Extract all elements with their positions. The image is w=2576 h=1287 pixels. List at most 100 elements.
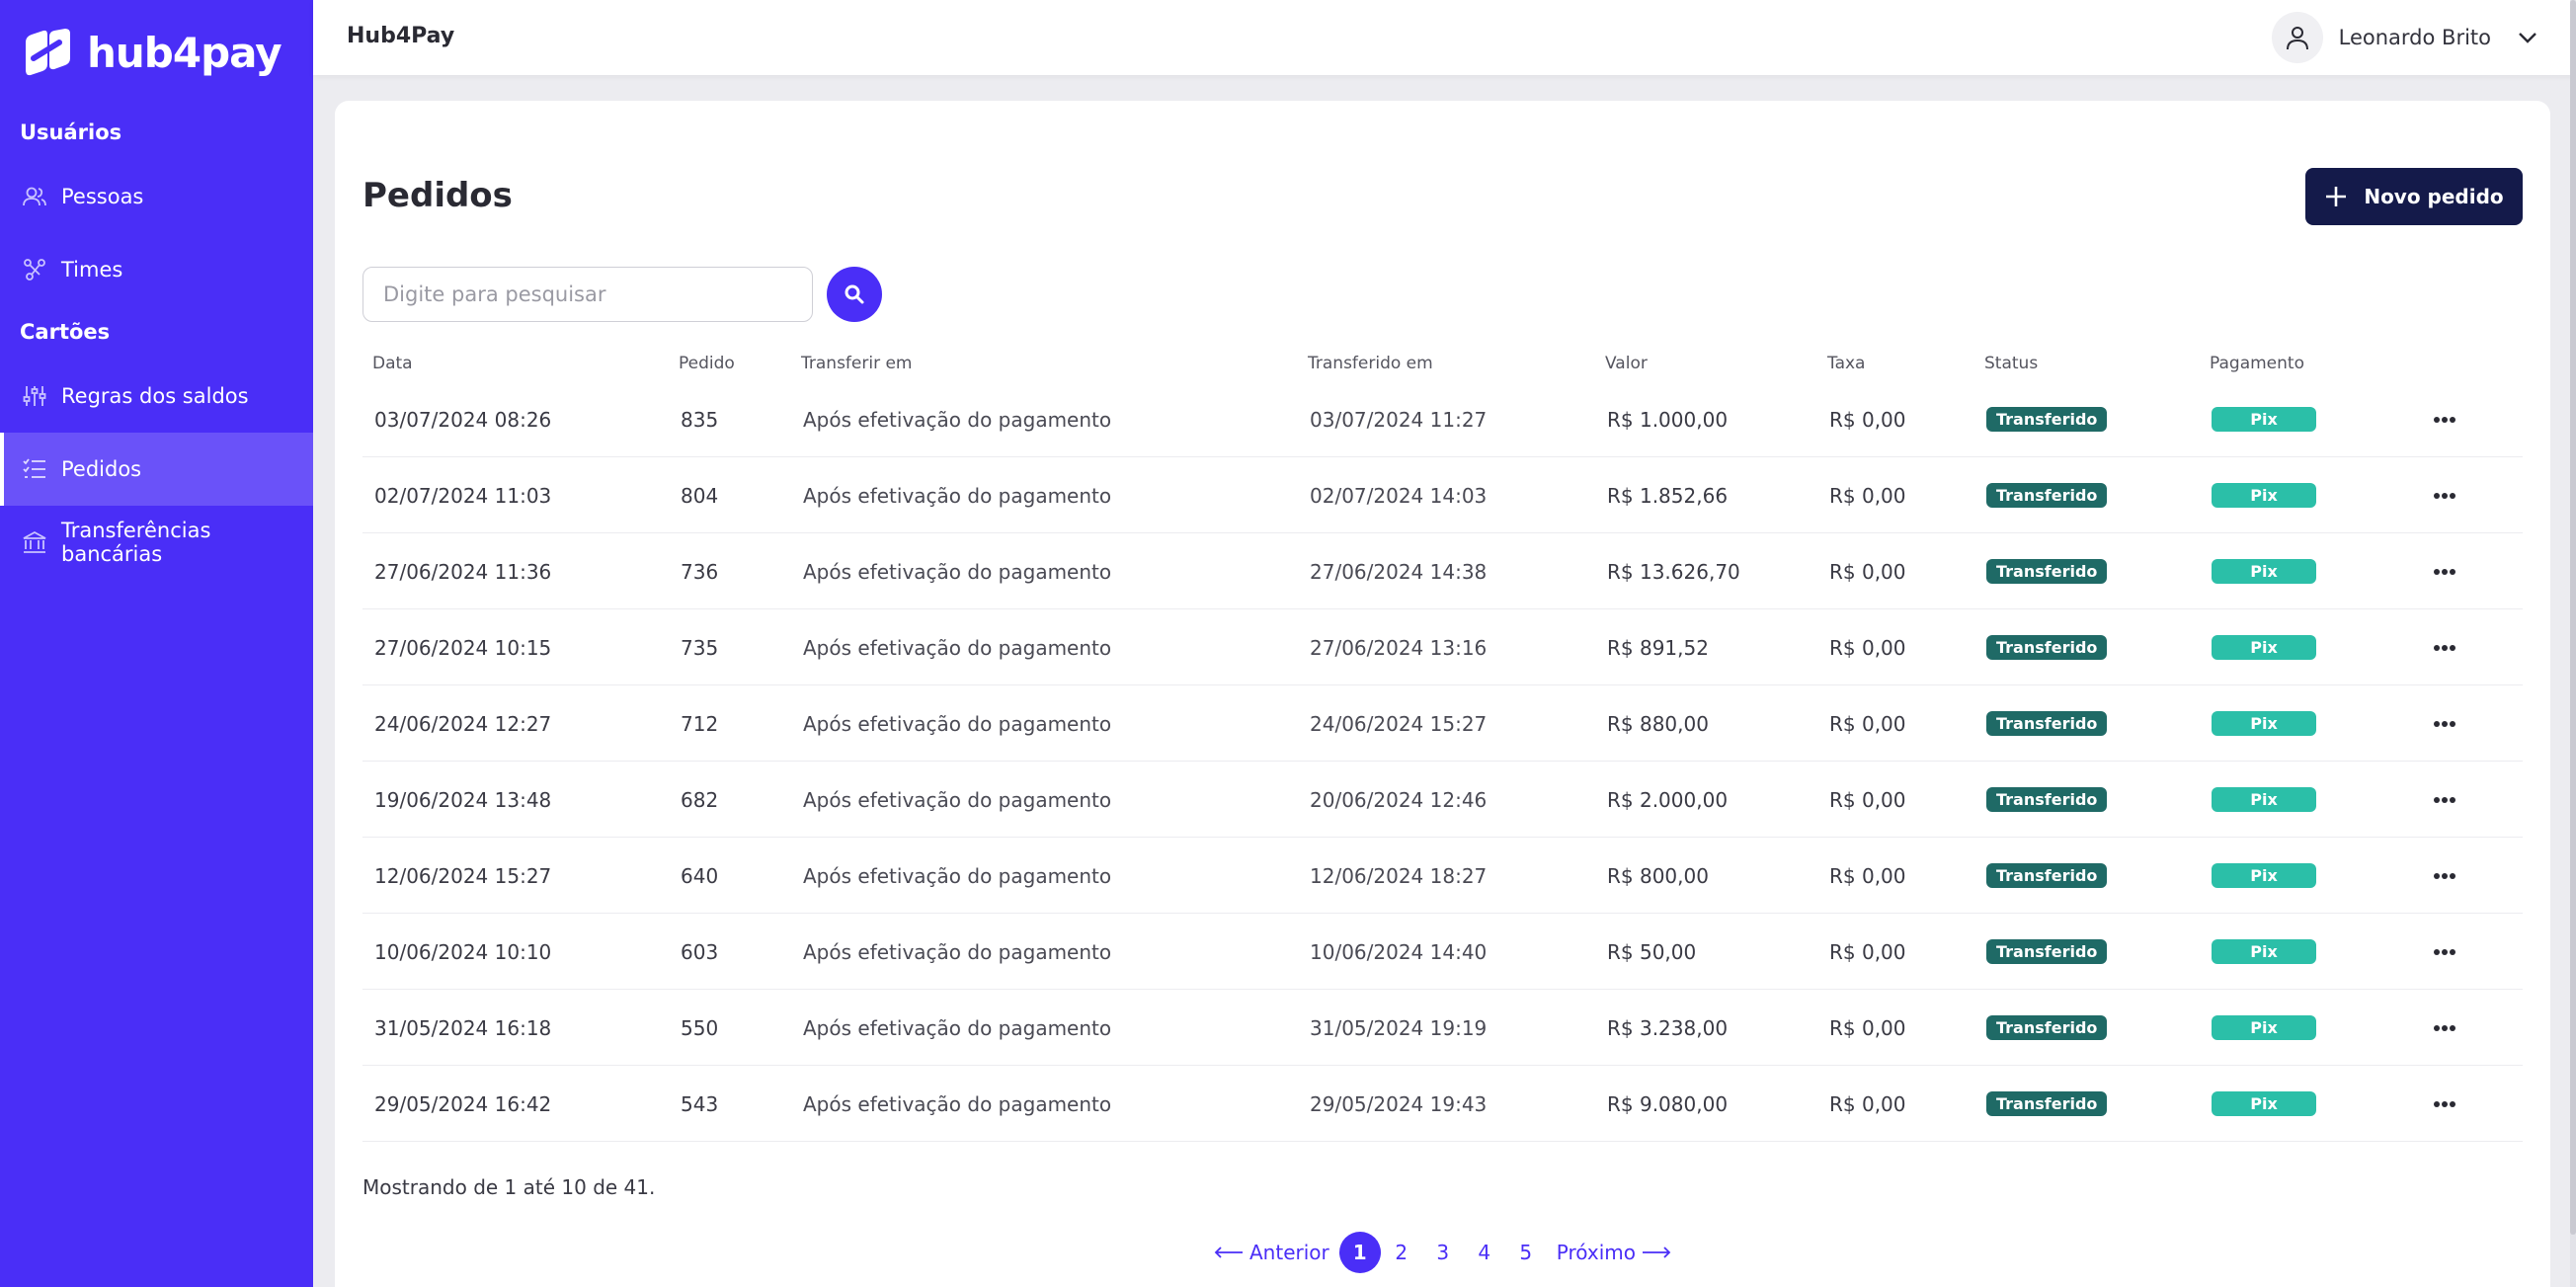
payment-cell: Pix: [2212, 457, 2316, 533]
cell-valor: R$ 9.080,00: [1607, 1091, 1729, 1116]
avatar: [2271, 12, 2323, 63]
cell-transferido-em: 12/06/2024 18:27: [1310, 863, 1488, 888]
cell-pedido: 543: [681, 1091, 719, 1116]
cell-transferido-em: 24/06/2024 15:27: [1310, 711, 1488, 736]
cell-data: 29/05/2024 16:42: [374, 1091, 552, 1116]
cell-valor: R$ 891,52: [1607, 635, 1709, 660]
column-header-status: Status: [1984, 354, 2039, 373]
cell-valor: R$ 800,00: [1607, 863, 1709, 888]
payment-cell: Pix: [2212, 1066, 2316, 1142]
cell-taxa: R$ 0,00: [1829, 787, 1906, 812]
pagination-prev[interactable]: Anterior: [1214, 1241, 1329, 1264]
status-cell: Transferido: [1986, 381, 2108, 457]
cell-transferir-em: Após efetivação do pagamento: [803, 1015, 1112, 1040]
payment-cell: Pix: [2212, 914, 2316, 990]
search-input[interactable]: [362, 267, 813, 322]
cell-transferido-em: 27/06/2024 13:16: [1310, 635, 1488, 660]
pagination-page-4[interactable]: 4: [1464, 1241, 1505, 1264]
cell-transferido-em: 02/07/2024 14:03: [1310, 483, 1488, 508]
payment-badge: Pix: [2212, 483, 2316, 508]
status-badge: Transferido: [1986, 407, 2108, 432]
row-actions-cell: [2433, 457, 2456, 533]
table-row[interactable]: 10/06/2024 10:10 603 Após efetivação do pa…: [362, 914, 2523, 990]
column-header-transferido-em: Transferido em: [1308, 354, 1433, 373]
table-row[interactable]: 27/06/2024 11:36 736 Após efetivação do pa…: [362, 533, 2523, 609]
payment-cell: Pix: [2212, 685, 2316, 762]
more-horizontal-icon[interactable]: [2433, 644, 2456, 652]
sidebar-item-pessoas[interactable]: Pessoas: [0, 160, 313, 233]
cell-data: 12/06/2024 15:27: [374, 863, 552, 888]
column-header-pedido: Pedido: [679, 354, 735, 373]
top-bar: Hub4Pay Leonardo Brito: [313, 0, 2576, 75]
cell-valor: R$ 50,00: [1607, 939, 1697, 964]
column-header-pagamento: Pagamento: [2210, 354, 2304, 373]
more-horizontal-icon[interactable]: [2433, 1100, 2456, 1108]
table-row[interactable]: 03/07/2024 08:26 835 Após efetivação do pa…: [362, 381, 2523, 457]
cell-valor: R$ 1.852,66: [1607, 483, 1729, 508]
cell-pedido: 550: [681, 1015, 719, 1040]
page-title: Pedidos: [362, 176, 513, 215]
status-cell: Transferido: [1986, 838, 2108, 914]
pagination-page-5[interactable]: 5: [1505, 1241, 1547, 1264]
more-horizontal-icon[interactable]: [2433, 1024, 2456, 1032]
pagination-next[interactable]: Próximo: [1557, 1241, 1671, 1264]
sidebar-item-transferencias-bancarias[interactable]: Transferências bancárias: [0, 506, 313, 579]
more-horizontal-icon[interactable]: [2433, 568, 2456, 576]
table-row[interactable]: 24/06/2024 12:27 712 Após efetivação do pa…: [362, 685, 2523, 762]
status-badge: Transferido: [1986, 635, 2108, 660]
sliders-icon: [23, 386, 46, 406]
table-row[interactable]: 29/05/2024 16:42 543 Após efetivação do pa…: [362, 1066, 2523, 1142]
more-horizontal-icon[interactable]: [2433, 492, 2456, 500]
cell-data: 02/07/2024 11:03: [374, 483, 552, 508]
sidebar-item-label: Pedidos: [61, 457, 142, 481]
row-actions-cell: [2433, 838, 2456, 914]
cell-valor: R$ 13.626,70: [1607, 559, 1740, 584]
table-row[interactable]: 12/06/2024 15:27 640 Após efetivação do pa…: [362, 838, 2523, 914]
cell-transferir-em: Após efetivação do pagamento: [803, 1091, 1112, 1116]
status-cell: Transferido: [1986, 457, 2108, 533]
row-actions-cell: [2433, 609, 2456, 685]
cell-data: 19/06/2024 13:48: [374, 787, 552, 812]
cell-data: 27/06/2024 11:36: [374, 559, 552, 584]
sidebar-item-times[interactable]: Times: [0, 233, 313, 306]
user-name: Leonardo Brito: [2338, 26, 2491, 49]
sidebar-item-regras-dos-saldos[interactable]: Regras dos saldos: [0, 360, 313, 433]
more-horizontal-icon[interactable]: [2433, 416, 2456, 424]
brand-logo[interactable]: hub4pay: [20, 28, 282, 77]
cell-transferir-em: Após efetivação do pagamento: [803, 559, 1112, 584]
user-menu[interactable]: Leonardo Brito: [2271, 12, 2538, 63]
more-horizontal-icon[interactable]: [2433, 872, 2456, 880]
cell-transferido-em: 27/06/2024 14:38: [1310, 559, 1488, 584]
table-row[interactable]: 31/05/2024 16:18 550 Após efetivação do pa…: [362, 990, 2523, 1066]
new-order-button[interactable]: Novo pedido: [2305, 168, 2523, 225]
status-cell: Transferido: [1986, 609, 2108, 685]
sidebar-item-pedidos[interactable]: Pedidos: [0, 433, 313, 506]
pagination-prev-label: Anterior: [1249, 1241, 1329, 1264]
table-row[interactable]: 02/07/2024 11:03 804 Após efetivação do pa…: [362, 457, 2523, 533]
pagination-page-2[interactable]: 2: [1381, 1241, 1422, 1264]
payment-cell: Pix: [2212, 762, 2316, 838]
status-cell: Transferido: [1986, 914, 2108, 990]
cell-pedido: 736: [681, 559, 719, 584]
cell-transferir-em: Após efetivação do pagamento: [803, 483, 1112, 508]
table-row[interactable]: 27/06/2024 10:15 735 Após efetivação do pa…: [362, 609, 2523, 685]
more-horizontal-icon[interactable]: [2433, 948, 2456, 956]
payment-badge: Pix: [2212, 407, 2316, 432]
row-actions-cell: [2433, 990, 2456, 1066]
table-row[interactable]: 19/06/2024 13:48 682 Após efetivação do pa…: [362, 762, 2523, 838]
scrollbar-thumb[interactable]: [2570, 0, 2576, 1235]
cell-valor: R$ 2.000,00: [1607, 787, 1729, 812]
cell-transferir-em: Após efetivação do pagamento: [803, 787, 1112, 812]
search-icon: [845, 284, 864, 304]
brand-name: hub4pay: [87, 28, 282, 77]
arrow-left-icon: [1214, 1247, 1243, 1258]
search-button[interactable]: [827, 267, 882, 322]
plus-icon: [2326, 187, 2347, 206]
column-header-data: Data: [372, 354, 413, 373]
more-horizontal-icon[interactable]: [2433, 720, 2456, 728]
pagination-page-3[interactable]: 3: [1422, 1241, 1464, 1264]
cell-pedido: 682: [681, 787, 719, 812]
cell-data: 10/06/2024 10:10: [374, 939, 552, 964]
more-horizontal-icon[interactable]: [2433, 796, 2456, 804]
pagination-page-1[interactable]: 1: [1338, 1232, 1381, 1273]
